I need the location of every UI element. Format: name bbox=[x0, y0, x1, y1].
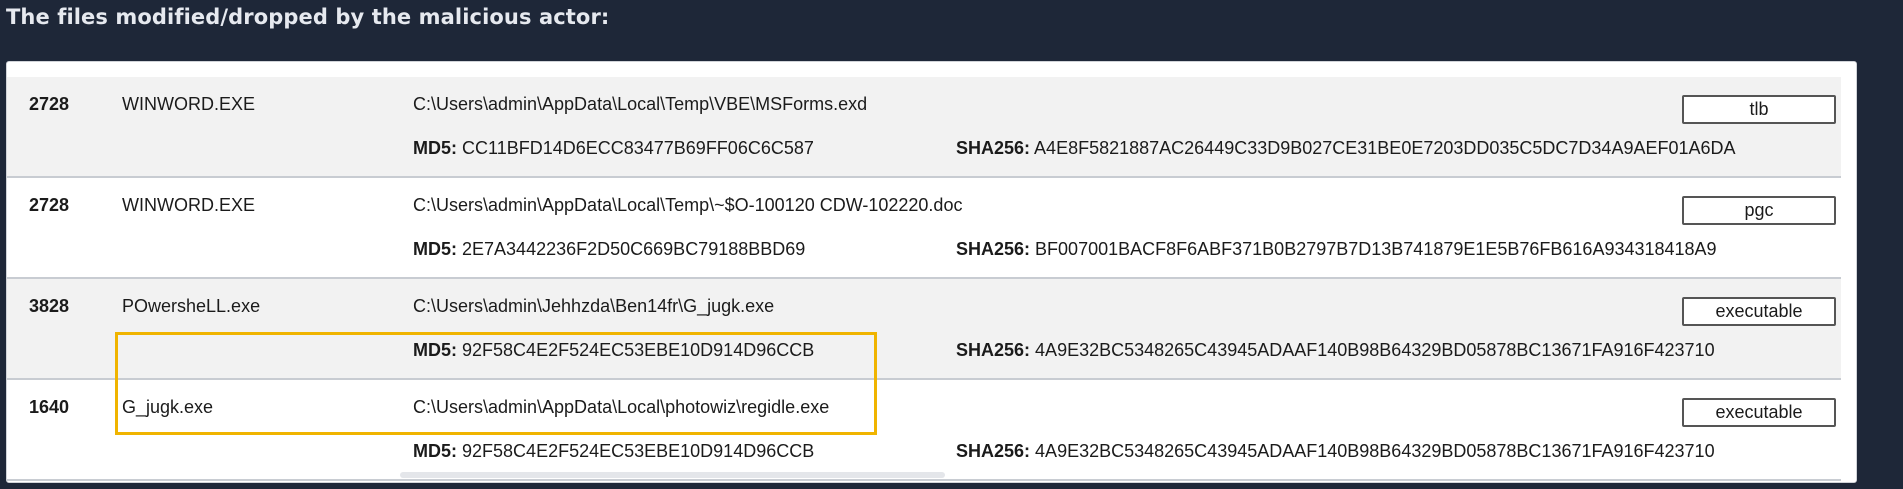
sha256-value: 4A9E32BC5348265C43945ADAAF140B98B64329BD… bbox=[1035, 441, 1715, 461]
file-row[interactable]: 2728 WINWORD.EXE C:\Users\admin\AppData\… bbox=[7, 77, 1841, 178]
sha256-hash: SHA256: BF007001BACF8F6ABF371B0B2797B7D1… bbox=[956, 239, 1717, 260]
sha256-label: SHA256: bbox=[956, 138, 1031, 158]
file-path: C:\Users\admin\Jehhzda\Ben14fr\G_jugk.ex… bbox=[413, 296, 775, 316]
file-type-button[interactable]: executable bbox=[1682, 297, 1836, 326]
pid: 3828 bbox=[29, 296, 70, 316]
process-name: WINWORD.EXE bbox=[122, 195, 255, 215]
sha256-label: SHA256: bbox=[956, 239, 1031, 259]
section-caption: The files modified/dropped by the malici… bbox=[6, 5, 610, 29]
pid: 1640 bbox=[29, 397, 70, 417]
file-type-button[interactable]: tlb bbox=[1682, 95, 1836, 124]
pid: 2728 bbox=[29, 94, 70, 114]
process-name: G_jugk.exe bbox=[122, 397, 214, 417]
sha256-value: 4A9E32BC5348265C43945ADAAF140B98B64329BD… bbox=[1035, 340, 1715, 360]
md5-label: MD5: bbox=[413, 239, 457, 259]
md5-hash: MD5: 92F58C4E2F524EC53EBE10D914D96CCB bbox=[413, 441, 814, 462]
sha256-value: A4E8F5821887AC26449C33D9B027CE31BE0E7203… bbox=[1034, 138, 1736, 158]
file-type-button[interactable]: pgc bbox=[1682, 196, 1836, 225]
pid: 2728 bbox=[29, 195, 70, 215]
file-type-button[interactable]: executable bbox=[1682, 398, 1836, 427]
md5-value: 92F58C4E2F524EC53EBE10D914D96CCB bbox=[462, 441, 815, 461]
md5-value: CC11BFD14D6ECC83477B69FF06C6C587 bbox=[462, 138, 814, 158]
vertical-scrollbar[interactable] bbox=[1841, 62, 1856, 482]
md5-value: 92F58C4E2F524EC53EBE10D914D96CCB bbox=[462, 340, 815, 360]
file-path: C:\Users\admin\AppData\Local\Temp\VBE\MS… bbox=[413, 94, 868, 114]
sha256-hash: SHA256: A4E8F5821887AC26449C33D9B027CE31… bbox=[956, 138, 1736, 159]
sha256-label: SHA256: bbox=[956, 340, 1031, 360]
md5-hash: MD5: 92F58C4E2F524EC53EBE10D914D96CCB bbox=[413, 340, 814, 361]
md5-label: MD5: bbox=[413, 441, 457, 461]
sha256-hash: SHA256: 4A9E32BC5348265C43945ADAAF140B98… bbox=[956, 441, 1715, 462]
file-path: C:\Users\admin\AppData\Local\Temp\~$O-10… bbox=[413, 195, 963, 215]
sha256-label: SHA256: bbox=[956, 441, 1031, 461]
process-name: POwersheLL.exe bbox=[122, 296, 261, 316]
md5-value: 2E7A3442236F2D50C669BC79188BBD69 bbox=[462, 239, 806, 259]
file-row[interactable]: 1640 G_jugk.exe C:\Users\admin\AppData\L… bbox=[7, 380, 1841, 481]
dropped-files-list: 2728 WINWORD.EXE C:\Users\admin\AppData\… bbox=[7, 77, 1841, 481]
sha256-hash: SHA256: 4A9E32BC5348265C43945ADAAF140B98… bbox=[956, 340, 1715, 361]
file-row[interactable]: 3828 POwersheLL.exe C:\Users\admin\Jehhz… bbox=[7, 279, 1841, 380]
md5-label: MD5: bbox=[413, 138, 457, 158]
horizontal-scrollbar[interactable] bbox=[400, 472, 945, 478]
md5-label: MD5: bbox=[413, 340, 457, 360]
process-name: WINWORD.EXE bbox=[122, 94, 255, 114]
file-path: C:\Users\admin\AppData\Local\photowiz\re… bbox=[413, 397, 830, 417]
file-row[interactable]: 2728 WINWORD.EXE C:\Users\admin\AppData\… bbox=[7, 178, 1841, 279]
md5-hash: MD5: 2E7A3442236F2D50C669BC79188BBD69 bbox=[413, 239, 805, 260]
md5-hash: MD5: CC11BFD14D6ECC83477B69FF06C6C587 bbox=[413, 138, 814, 159]
dropped-files-panel: 2728 WINWORD.EXE C:\Users\admin\AppData\… bbox=[6, 61, 1857, 483]
sha256-value: BF007001BACF8F6ABF371B0B2797B7D13B741879… bbox=[1035, 239, 1717, 259]
